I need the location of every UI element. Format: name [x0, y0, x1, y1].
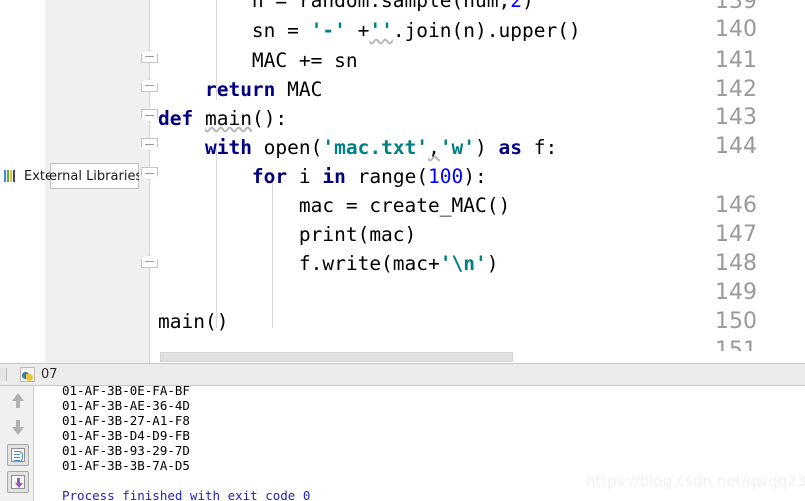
tree-item-3[interactable]: ip:	[0, 64, 150, 88]
editor-horizontal-scrollbar-thumb[interactable]	[160, 352, 513, 362]
tree-item-2[interactable]: da	[0, 41, 150, 65]
text-file-icon	[16, 45, 31, 61]
run-tab-label[interactable]: 07	[41, 367, 58, 382]
code-line-148: f.write(mac+'\n')	[158, 252, 499, 275]
line-number: 140	[715, 17, 757, 42]
line-number: 149	[715, 280, 757, 305]
python-file-icon	[16, 91, 31, 107]
code-line-142: return MAC	[204, 78, 323, 101]
code-line-141: MAC += sn	[158, 49, 358, 72]
ide-window: im 07 da ip: lx m ne 139 140 141 142 143…	[0, 0, 805, 501]
console-output[interactable]: 01-AF-3B-0E-FA-BF 01-AF-3B-AE-36-4D 01-A…	[35, 386, 805, 501]
indent-guide	[216, 0, 217, 100]
console-line: 01-AF-3B-93-29-7D	[62, 443, 190, 458]
tree-item-4[interactable]: lx	[0, 87, 150, 111]
code-line-146: mac = create_MAC()	[158, 194, 511, 217]
module-icon	[16, 0, 31, 14]
tree-item-label: lx	[36, 91, 48, 107]
python-icon	[20, 367, 35, 382]
libraries-icon	[4, 169, 18, 183]
tree-item-6[interactable]: ne	[0, 133, 150, 157]
line-number: 147	[715, 222, 757, 247]
code-line-147: print(mac)	[158, 223, 417, 246]
code-line-140: sn = '-' +''.join(n).upper()	[158, 19, 581, 42]
text-file-icon	[16, 68, 31, 84]
down-stack-trace-button[interactable]	[7, 416, 29, 438]
line-number: 148	[715, 251, 757, 276]
code-text-area[interactable]: n = random.sample(num,2) sn = '-' +''.jo…	[158, 0, 805, 355]
up-stack-trace-button[interactable]	[7, 390, 29, 412]
arrow-up-icon	[12, 393, 24, 408]
tree-item-0[interactable]: im	[0, 0, 150, 18]
run-tab-bar: 07	[0, 364, 805, 386]
tree-item-label: 07	[36, 22, 53, 38]
arrow-down-icon	[12, 420, 24, 435]
line-number: 142	[715, 77, 757, 102]
line-number: 144	[715, 134, 757, 159]
text-file-icon	[16, 114, 31, 130]
code-line-150: main()	[158, 310, 229, 333]
tree-item-label: ne	[36, 137, 53, 153]
console-exit-message: Process finished with exit code 0	[62, 488, 311, 501]
line-number: 141	[715, 48, 757, 73]
scroll-to-end-icon	[11, 475, 25, 489]
console-line: 01-AF-3B-27-A1-F8	[62, 413, 190, 428]
indent-guide	[216, 148, 217, 328]
tab-strip-edge	[0, 368, 7, 381]
line-number: 150	[715, 309, 757, 334]
tree-item-label: ip:	[36, 68, 53, 84]
console-line: 01-AF-3B-0E-FA-BF	[62, 386, 190, 398]
run-toolbar	[0, 386, 34, 501]
console-line: 01-AF-3B-D4-D9-FB	[62, 428, 190, 443]
tree-tooltip-text: External Libraries	[50, 168, 139, 184]
line-number: 146	[715, 193, 757, 218]
console-line: 01-AF-3B-3B-7A-D5	[62, 458, 190, 473]
python-file-icon	[16, 22, 31, 38]
indent-guide	[272, 180, 273, 328]
line-number: 143	[715, 105, 757, 130]
python-file-icon	[16, 137, 31, 153]
code-line-139: n = random.sample(num,2)	[158, 0, 534, 12]
code-line-143: def main():	[158, 107, 288, 130]
line-number: 151	[715, 338, 757, 363]
line-number: 139	[715, 0, 757, 14]
code-line-144: with open('mac.txt','w') as f:	[204, 136, 558, 159]
console-line: 01-AF-3B-AE-36-4D	[62, 398, 190, 413]
tree-item-label: m	[36, 114, 49, 130]
tree-item-label: da	[36, 45, 53, 61]
soft-wrap-icon	[11, 448, 25, 462]
scroll-to-end-button[interactable]	[7, 471, 29, 493]
tree-item-label: im	[36, 0, 53, 14]
soft-wrap-toggle-button[interactable]	[7, 444, 29, 466]
tree-item-1[interactable]: 07	[0, 18, 150, 42]
run-tool-window: 07 01-AF-3B-0E-FA-BF 01-AF-3B-AE-36-4D 0…	[0, 364, 805, 501]
tree-item-5[interactable]: m	[0, 110, 150, 134]
code-line-145: for i in range(100):	[251, 165, 487, 188]
